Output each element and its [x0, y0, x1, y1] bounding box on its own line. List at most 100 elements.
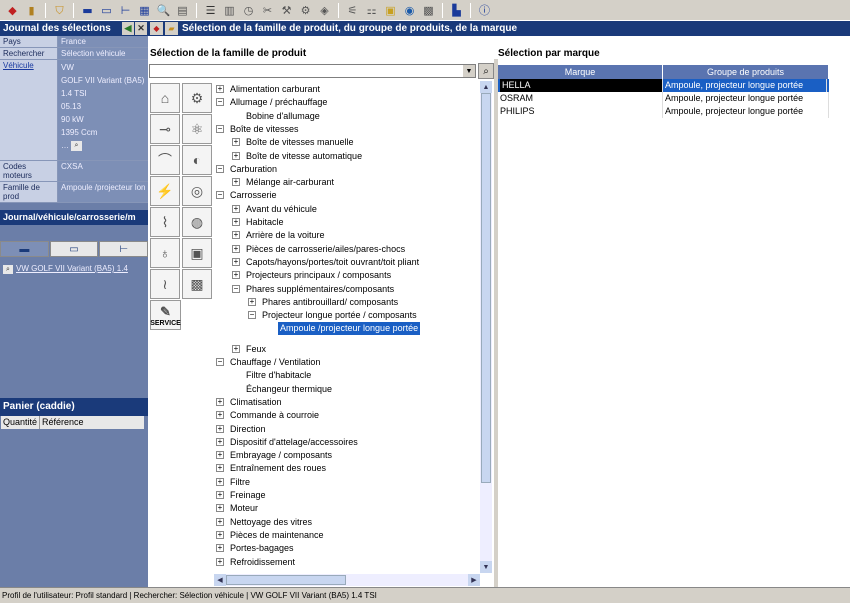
shield-icon[interactable]: ⛉ — [51, 2, 68, 19]
service-button[interactable]: ✎ SERVICE — [150, 300, 181, 330]
collapse-icon[interactable]: − — [216, 191, 224, 200]
expand-icon[interactable]: + — [232, 257, 240, 266]
tree-item[interactable]: Boîte de vitesses — [230, 123, 299, 136]
vehicle-history-item[interactable]: ⌕ VW GOLF VII Variant (BA5) 1.4 — [3, 264, 128, 274]
expand-icon[interactable]: + — [232, 244, 240, 253]
brand-marque[interactable]: OSRAM — [498, 92, 663, 105]
tree-item[interactable]: Moteur — [230, 502, 258, 515]
chevron-down-icon[interactable]: ▼ — [463, 65, 475, 77]
expand-icon[interactable]: + — [216, 437, 224, 446]
famille-combo[interactable]: ▼ — [149, 64, 476, 78]
tools-icon[interactable]: ✂ — [259, 2, 276, 19]
vehicle-history-label[interactable]: VW GOLF VII Variant (BA5) 1.4 — [16, 264, 128, 273]
expand-icon[interactable]: + — [216, 424, 224, 433]
help-icon[interactable]: ⓘ — [476, 2, 493, 19]
tree-item[interactable]: Allumage / préchauffage — [230, 96, 327, 109]
expand-icon[interactable]: + — [216, 504, 224, 513]
tree-item[interactable]: Alimentation carburant — [230, 83, 320, 96]
tree-item[interactable]: Entraînement des roues — [230, 462, 326, 475]
tree-item[interactable]: Dispositif d'attelage/accessoires — [230, 436, 358, 449]
tab-truck[interactable]: ▭ — [49, 241, 99, 257]
back-arrow-icon[interactable]: ◆ — [4, 2, 21, 19]
expand-icon[interactable]: + — [232, 138, 240, 147]
brand-groupe[interactable]: Ampoule, projecteur longue portée — [663, 79, 827, 92]
note-icon[interactable]: ▣ — [382, 2, 399, 19]
tree-item[interactable]: Boîte de vitesses manuelle — [246, 136, 354, 149]
expand-icon[interactable]: + — [232, 231, 240, 240]
brand-marque[interactable]: PHILIPS — [498, 105, 663, 118]
col-groupe[interactable]: Groupe de produits — [663, 65, 829, 79]
brand-row[interactable]: PHILIPS Ampoule, projecteur longue porté… — [498, 105, 829, 118]
pane-divider[interactable] — [494, 59, 498, 587]
expand-icon[interactable]: + — [232, 151, 240, 160]
brand-marque[interactable]: HELLA — [500, 79, 663, 92]
tree-item[interactable]: Direction — [230, 423, 266, 436]
brand-groupe[interactable]: Ampoule, projecteur longue portée — [663, 92, 829, 105]
vehicule-search-button[interactable]: … ⌕ — [61, 139, 145, 152]
tree-item[interactable]: Nettoyage des vitres — [230, 516, 312, 529]
brand-row[interactable]: HELLA Ampoule, projecteur longue portée — [498, 79, 829, 92]
diagram-icon[interactable]: ⚟ — [344, 2, 361, 19]
grid-icon[interactable]: ▥ — [221, 2, 238, 19]
scroll-thumb[interactable] — [481, 93, 491, 483]
search-button[interactable]: ⌕ — [478, 63, 494, 79]
truck-icon[interactable]: ▭ — [98, 2, 115, 19]
tree-vertical-scrollbar[interactable]: ▲ ▼ — [480, 81, 492, 573]
col-quantite[interactable]: Quantité — [1, 416, 41, 429]
tree-item[interactable]: Projecteurs principaux / composants — [246, 269, 391, 282]
tree-item[interactable]: Carburation — [230, 163, 277, 176]
folder-icon[interactable]: ▰ — [165, 22, 178, 35]
exit-door-icon[interactable]: ▮ — [23, 2, 40, 19]
wrench-icon[interactable]: ⚒ — [278, 2, 295, 19]
tree-item[interactable]: Arrière de la voiture — [246, 229, 325, 242]
collapse-icon[interactable]: − — [248, 311, 256, 320]
tree-item[interactable]: Freinage — [230, 489, 266, 502]
tree-item[interactable]: Carrosserie — [230, 189, 277, 202]
chart-icon[interactable]: ▩ — [420, 2, 437, 19]
book-icon[interactable]: ◈ — [316, 2, 333, 19]
tree-item[interactable]: Embrayage / composants — [230, 449, 332, 462]
tree-item[interactable]: Projecteur longue portée / composants — [262, 309, 417, 322]
expand-icon[interactable]: + — [216, 517, 224, 526]
tree-item[interactable]: Pièces de carrosserie/ailes/pares-chocs — [246, 243, 405, 256]
headlight-icon[interactable]: ◐ — [182, 145, 212, 175]
expand-icon[interactable]: + — [216, 557, 224, 566]
tree-item[interactable]: Boîte de vitesse automatique — [246, 150, 362, 163]
tree-item[interactable]: Feux — [246, 343, 266, 356]
tree-item[interactable]: Commande à courroie — [230, 409, 319, 422]
tab-axle[interactable]: ⊢ — [99, 241, 149, 257]
tree-item[interactable]: Filtre — [230, 476, 250, 489]
tree-item[interactable]: Refroidissement — [230, 556, 295, 569]
tree-item[interactable]: Climatisation — [230, 396, 282, 409]
expand-icon[interactable]: + — [232, 271, 240, 280]
tree-item[interactable]: Habitacle — [246, 216, 284, 229]
brake-disc-icon[interactable]: ◎ — [182, 176, 212, 206]
parts-icon[interactable]: ⚙ — [297, 2, 314, 19]
collapse-icon[interactable]: − — [216, 358, 224, 366]
collapse-icon[interactable]: − — [216, 98, 224, 107]
collapse-icon[interactable]: − — [216, 164, 224, 173]
expand-icon[interactable]: + — [216, 411, 224, 420]
expand-icon[interactable]: + — [248, 297, 256, 306]
expand-icon[interactable]: + — [216, 85, 224, 93]
expand-icon[interactable]: + — [216, 544, 224, 553]
expand-icon[interactable]: + — [216, 530, 224, 539]
expand-icon[interactable]: + — [216, 491, 224, 499]
tree-item[interactable]: Filtre d'habitacle — [246, 369, 311, 382]
scroll-thumb[interactable] — [226, 575, 346, 585]
close-icon[interactable]: ✕ — [135, 22, 147, 35]
expand-icon[interactable]: + — [216, 464, 224, 473]
expand-icon[interactable]: + — [216, 397, 224, 406]
scroll-down-icon[interactable]: ▼ — [480, 561, 492, 573]
tree-item[interactable]: Chauffage / Ventilation — [230, 356, 320, 369]
cable-icon[interactable]: ≀ — [150, 269, 180, 299]
tree-item[interactable]: Pièces de maintenance — [230, 529, 324, 542]
tree-item[interactable]: Portes-bagages — [230, 542, 294, 555]
expand-icon[interactable]: + — [216, 477, 224, 486]
brand-row[interactable]: OSRAM Ampoule, projecteur longue portée — [498, 92, 829, 105]
tree-item[interactable]: Avant du véhicule — [246, 203, 317, 216]
scroll-right-icon[interactable]: ▶ — [468, 574, 480, 586]
toolbox-icon[interactable]: ▩ — [182, 269, 212, 299]
tree-item[interactable]: Ampoule /projecteur longue portée — [278, 322, 421, 336]
network-icon[interactable]: ⚏ — [363, 2, 380, 19]
